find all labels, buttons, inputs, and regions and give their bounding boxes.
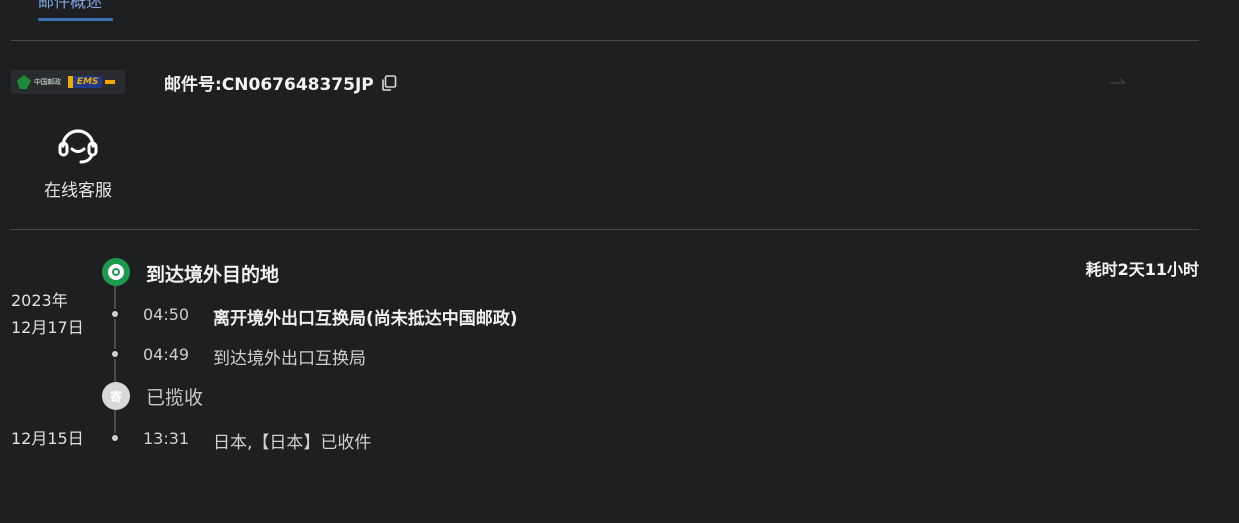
event-description: 日本,【日本】已收件 [213, 433, 372, 453]
event-time: 13:31 [143, 429, 190, 448]
headset-icon [58, 129, 98, 164]
event-time: 04:49 [143, 345, 190, 364]
destination-status-icon [102, 258, 130, 286]
timeline-dot [110, 349, 120, 359]
status-title: 已揽收 [146, 387, 204, 409]
carrier-logo-cn: 中国邮政 [34, 78, 61, 86]
event-time: 04:50 [143, 305, 190, 324]
timeline-dot [110, 309, 120, 319]
copy-icon[interactable] [380, 74, 398, 92]
date-day: 12月17日 [11, 318, 84, 337]
duration-label: 耗时2天11小时 [1085, 260, 1199, 279]
event-description: 离开境外出口互换局(尚未抵达中国邮政) [213, 309, 518, 329]
customer-service-button[interactable]: 在线客服 [38, 122, 118, 201]
divider [11, 40, 1199, 41]
date-label: 12月15日 [11, 425, 84, 452]
collected-status-icon: 寄 [102, 382, 130, 410]
status-title: 到达境外目的地 [146, 264, 280, 286]
mail-number: 邮件号:CN067648375JP [164, 70, 398, 95]
date-year: 2023年 [11, 291, 68, 310]
faint-arrow-icon [1109, 78, 1126, 84]
customer-service-label: 在线客服 [44, 181, 112, 201]
timeline-dot [110, 433, 120, 443]
china-post-ems-logo: 中国邮政 EMS [11, 70, 125, 94]
ems-logo: EMS [67, 76, 103, 88]
mail-number-text: 邮件号:CN067648375JP [164, 75, 374, 95]
ems-logo-stripe [105, 80, 116, 84]
date-label: 2023年 12月17日 [11, 287, 84, 341]
divider [11, 229, 1199, 230]
timeline-line [114, 282, 116, 442]
collected-status-icon-text: 寄 [109, 389, 122, 404]
china-post-emblem-icon [17, 75, 31, 89]
date-day: 12月15日 [11, 429, 84, 448]
tab-mail-overview[interactable]: 邮件概述 [38, 0, 102, 12]
active-tab-indicator [38, 18, 113, 21]
event-description: 到达境外出口互换局 [213, 349, 366, 369]
mail-tracking-panel: 邮件概述 中国邮政 EMS 邮件号:CN067648375JP 在线客服 到达境… [0, 0, 1239, 523]
